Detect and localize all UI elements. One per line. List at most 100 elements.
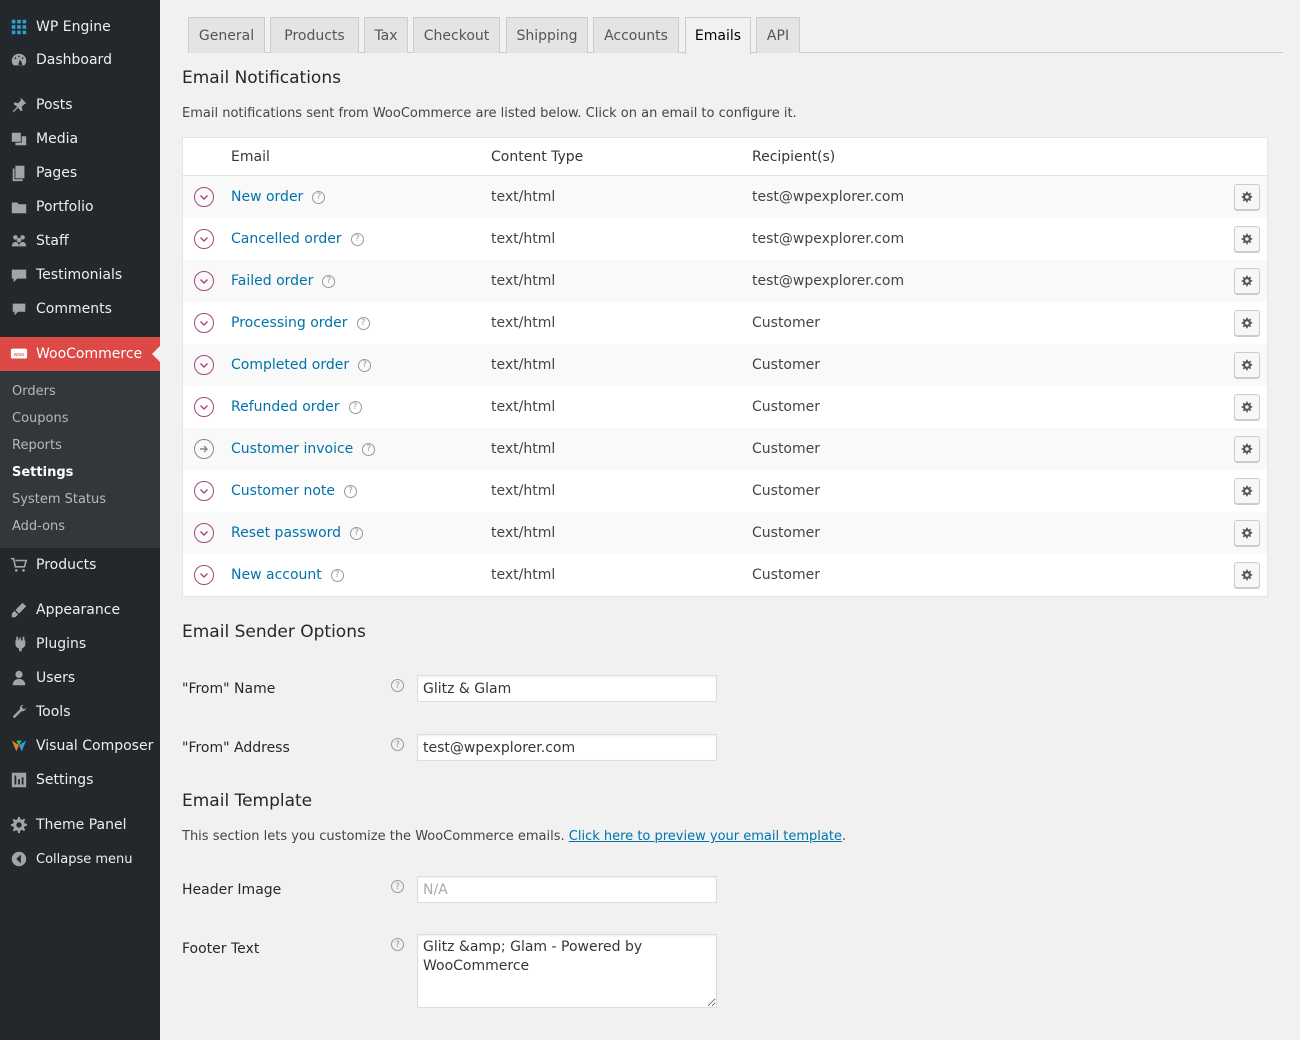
recipient-cell: Customer: [752, 315, 821, 331]
help-icon[interactable]: ?: [356, 316, 370, 330]
menu-item-theme-panel[interactable]: Theme Panel: [0, 808, 160, 842]
collapse-label: Collapse menu: [36, 851, 133, 867]
cart-icon: [9, 555, 29, 575]
menu-item-posts[interactable]: Posts: [0, 88, 160, 122]
help-icon[interactable]: ?: [358, 358, 372, 372]
table-row[interactable]: New order? text/html test@wpexplorer.com: [183, 176, 1267, 218]
email-name: Customer invoice: [231, 441, 354, 457]
email-name-link[interactable]: New order?: [231, 189, 326, 205]
tab-shipping[interactable]: Shipping: [506, 17, 588, 53]
table-row[interactable]: Reset password? text/html Customer: [183, 512, 1267, 554]
footer-text-textarea[interactable]: Glitz &amp; Glam - Powered by WooCommerc…: [417, 934, 717, 1008]
help-icon[interactable]: ?: [344, 484, 357, 498]
configure-email-button[interactable]: [1234, 478, 1260, 504]
menu-item-users[interactable]: Users: [0, 661, 160, 695]
email-name-link[interactable]: Cancelled order?: [231, 231, 364, 247]
email-name: Completed order: [231, 357, 350, 373]
email-name-link[interactable]: Reset password?: [231, 525, 364, 541]
email-name-link[interactable]: Completed order?: [231, 357, 372, 373]
menu-item-wp-engine[interactable]: WP Engine: [0, 10, 160, 43]
menu-item-tools[interactable]: Tools: [0, 695, 160, 729]
menu-item-media[interactable]: Media: [0, 122, 160, 156]
tab-tax[interactable]: Tax: [364, 17, 408, 53]
pages-icon: [9, 163, 29, 183]
menu-label: Products: [36, 557, 97, 573]
menu-item-portfolio[interactable]: Portfolio: [0, 190, 160, 224]
help-icon[interactable]: ?: [348, 400, 362, 414]
configure-email-button[interactable]: [1234, 310, 1260, 336]
from-address-input[interactable]: [417, 734, 717, 761]
help-icon[interactable]: ?: [312, 190, 326, 204]
help-icon[interactable]: ?: [330, 568, 344, 582]
menu-item-comments[interactable]: Comments: [0, 292, 160, 326]
tab-emails[interactable]: Emails: [685, 17, 751, 54]
menu-item-products[interactable]: Products: [0, 548, 160, 582]
tab-general[interactable]: General: [188, 17, 265, 53]
menu-item-woocommerce[interactable]: woo WooCommerce: [0, 337, 160, 371]
configure-email-button[interactable]: [1234, 226, 1260, 252]
configure-email-button[interactable]: [1234, 268, 1260, 294]
menu-item-settings[interactable]: Settings: [0, 763, 160, 797]
help-icon[interactable]: ?: [350, 526, 364, 540]
menu-item-plugins[interactable]: Plugins: [0, 627, 160, 661]
tab-api[interactable]: API: [756, 17, 800, 53]
table-row[interactable]: New account? text/html Customer: [183, 554, 1267, 596]
column-header-email: Email: [231, 148, 270, 165]
menu-item-staff[interactable]: Staff: [0, 224, 160, 258]
submenu-system-status[interactable]: System Status: [0, 486, 160, 513]
table-row[interactable]: Refunded order? text/html Customer: [183, 386, 1267, 428]
help-icon[interactable]: ?: [350, 232, 364, 246]
menu-item-pages[interactable]: Pages: [0, 156, 160, 190]
submenu-add-ons[interactable]: Add-ons: [0, 513, 160, 540]
email-name-link[interactable]: Customer note?: [231, 483, 357, 499]
table-row[interactable]: Completed order? text/html Customer: [183, 344, 1267, 386]
menu-item-visual-composer[interactable]: Visual Composer: [0, 729, 160, 763]
configure-email-button[interactable]: [1234, 562, 1260, 588]
email-name-link[interactable]: Refunded order?: [231, 399, 362, 415]
menu-item-dashboard[interactable]: Dashboard: [0, 43, 160, 77]
table-row[interactable]: Customer note? text/html Customer: [183, 470, 1267, 512]
recipient-cell: Customer: [752, 357, 821, 373]
configure-email-button[interactable]: [1234, 394, 1260, 420]
help-icon[interactable]: ?: [322, 274, 336, 288]
submenu-settings[interactable]: Settings: [0, 459, 160, 486]
table-row[interactable]: Failed order? text/html test@wpexplorer.co…: [183, 260, 1267, 302]
help-icon[interactable]: ?: [391, 880, 404, 893]
table-row[interactable]: Cancelled order? text/html test@wpexplorer…: [183, 218, 1267, 260]
table-row[interactable]: Customer invoice? text/html Customer: [183, 428, 1267, 470]
collapse-menu-button[interactable]: Collapse menu: [0, 842, 160, 876]
menu-item-testimonials[interactable]: Testimonials: [0, 258, 160, 292]
email-name-link[interactable]: Processing order?: [231, 315, 370, 331]
configure-email-button[interactable]: [1234, 184, 1260, 210]
header-image-input[interactable]: [417, 876, 717, 903]
email-name-link[interactable]: New account?: [231, 567, 344, 583]
help-icon[interactable]: ?: [391, 679, 404, 692]
table-row[interactable]: Processing order? text/html Customer: [183, 302, 1267, 344]
preview-template-link[interactable]: Click here to preview your email templat…: [569, 829, 842, 844]
tab-checkout[interactable]: Checkout: [413, 17, 500, 53]
email-name-link[interactable]: Failed order?: [231, 273, 336, 289]
email-name-link[interactable]: Customer invoice?: [231, 441, 376, 457]
help-icon[interactable]: ?: [391, 938, 404, 951]
menu-label: Theme Panel: [36, 817, 127, 833]
gear-icon: [1241, 191, 1253, 203]
content-type-cell: text/html: [491, 315, 556, 331]
configure-email-button[interactable]: [1234, 436, 1260, 462]
menu-label: Portfolio: [36, 199, 94, 215]
help-icon[interactable]: ?: [362, 442, 376, 456]
svg-text:woo: woo: [14, 352, 25, 358]
help-icon[interactable]: ?: [391, 738, 404, 751]
submenu-orders[interactable]: Orders: [0, 378, 160, 405]
content-type-cell: text/html: [491, 483, 556, 499]
configure-email-button[interactable]: [1234, 520, 1260, 546]
from-name-input[interactable]: [417, 675, 717, 702]
email-name: Processing order: [231, 315, 348, 331]
gear-icon: [1241, 401, 1253, 413]
submenu-reports[interactable]: Reports: [0, 432, 160, 459]
configure-email-button[interactable]: [1234, 352, 1260, 378]
recipient-cell: Customer: [752, 567, 821, 583]
menu-item-appearance[interactable]: Appearance: [0, 593, 160, 627]
tab-accounts[interactable]: Accounts: [593, 17, 679, 53]
tab-products[interactable]: Products: [270, 17, 359, 53]
submenu-coupons[interactable]: Coupons: [0, 405, 160, 432]
